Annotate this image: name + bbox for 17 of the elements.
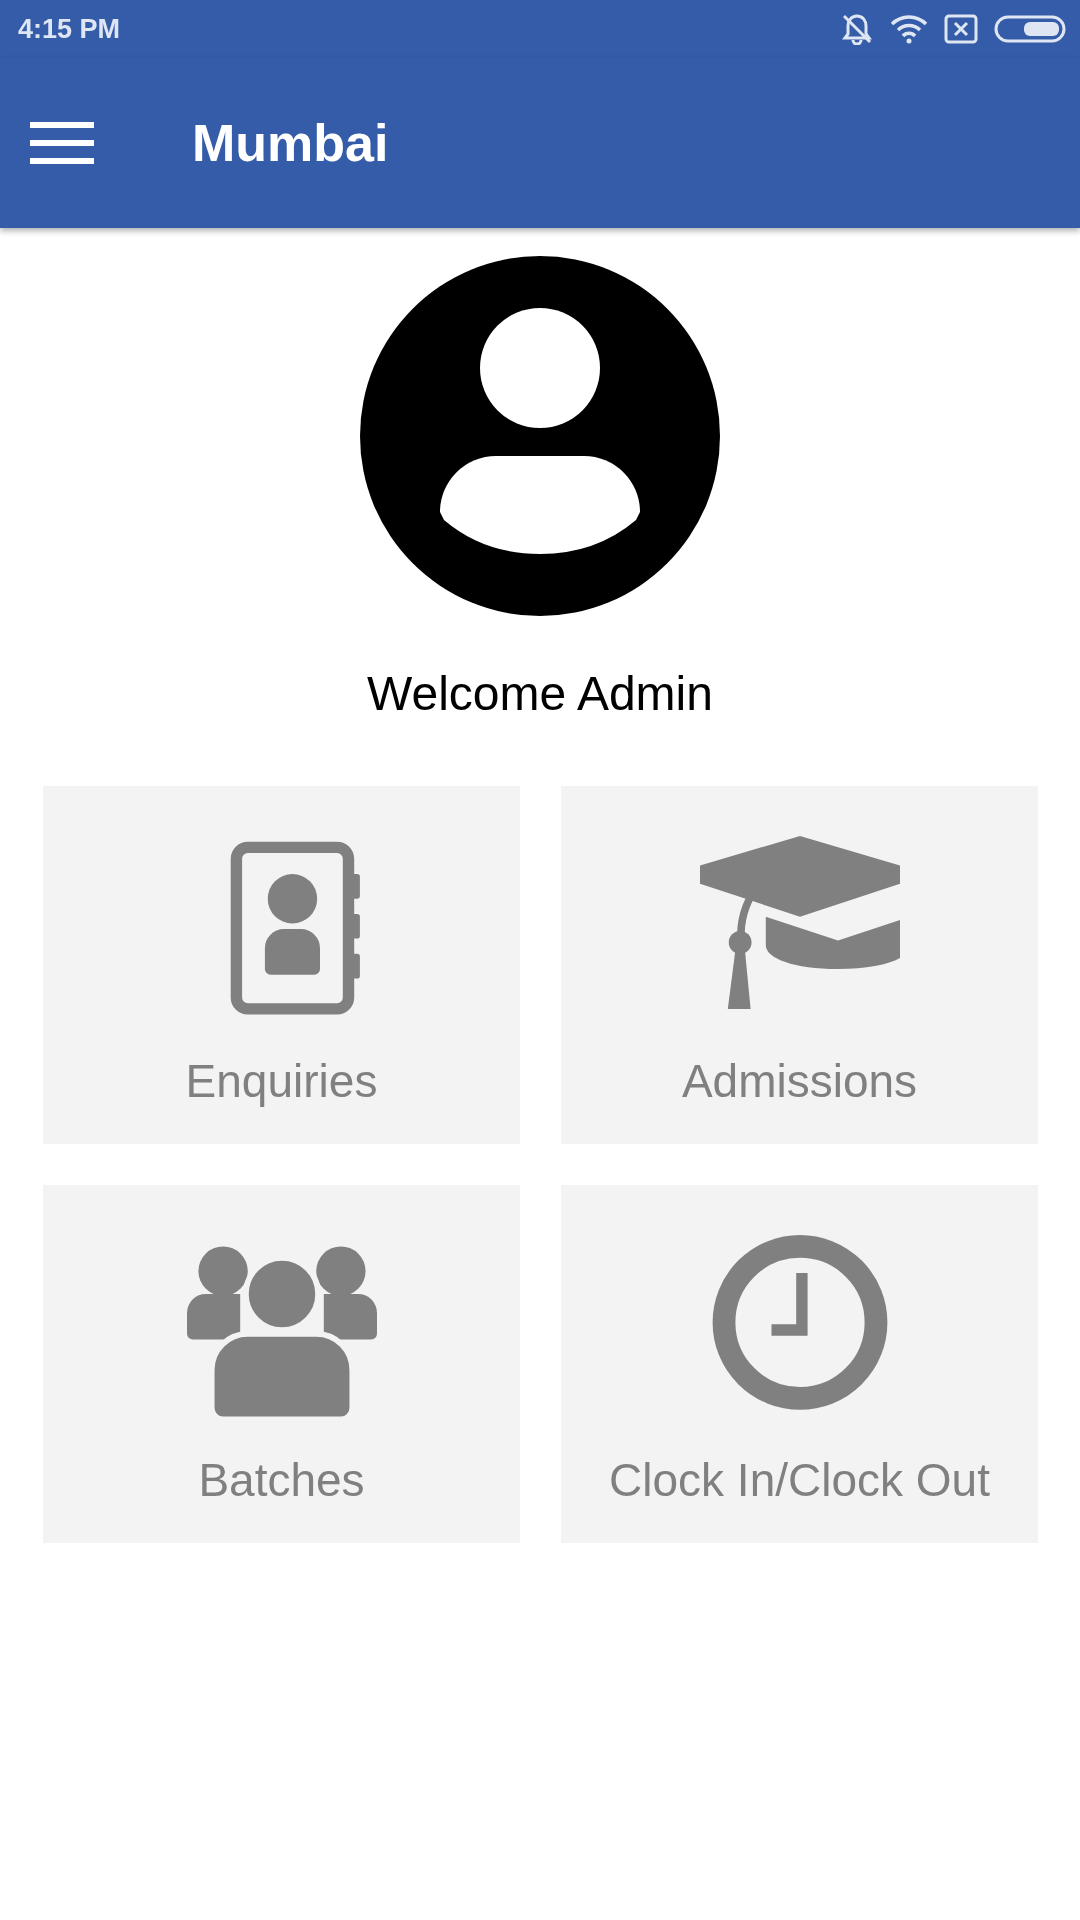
menu-tile[interactable]: Enquiries: [43, 786, 520, 1144]
menu-tile[interactable]: Admissions: [561, 786, 1038, 1144]
menu-tile[interactable]: Clock In/Clock Out: [561, 1185, 1038, 1543]
app-title: Mumbai: [192, 113, 389, 173]
welcome-text: Welcome Admin: [366, 666, 714, 721]
clock-time: 4:15 PM: [18, 13, 121, 45]
tile-label: Admissions: [681, 1054, 918, 1108]
menu-button[interactable]: [30, 120, 94, 166]
avatar-icon: [360, 256, 720, 616]
wifi-icon: [890, 14, 928, 44]
tile-label: Clock In/Clock Out: [609, 1453, 990, 1507]
muted-bell-icon: [840, 13, 874, 45]
no-sim-icon: [944, 14, 978, 44]
tile-label: Enquiries: [185, 1054, 378, 1108]
tile-label: Batches: [198, 1453, 365, 1507]
battery-icon: [994, 15, 1066, 43]
menu-tile[interactable]: Batches: [43, 1185, 520, 1543]
